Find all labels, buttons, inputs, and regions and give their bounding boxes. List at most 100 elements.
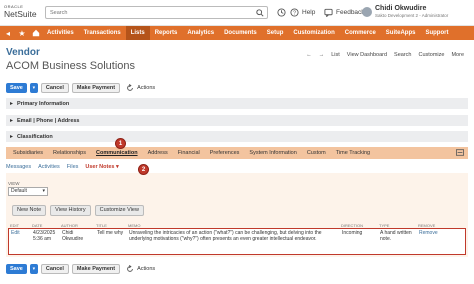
tab-subsidiaries[interactable]: Subsidiaries <box>8 150 48 156</box>
annotation-badge-1: 1 <box>115 138 126 149</box>
record-name: ACOM Business Solutions <box>6 60 135 72</box>
svg-text:?: ? <box>293 11 296 17</box>
chevron-right-icon: ▸ <box>10 101 14 107</box>
annotation-badge-2: 2 <box>138 164 149 175</box>
refresh-icon <box>127 84 134 91</box>
customize-link[interactable]: Customize <box>418 52 444 58</box>
more-link[interactable]: More <box>451 52 464 58</box>
cancel-button[interactable]: Cancel <box>40 264 69 274</box>
nav-item-lists[interactable]: Lists <box>125 26 150 40</box>
page-actions: ← → List View Dashboard Search Customize… <box>306 52 464 58</box>
subtab-user-notes[interactable]: User Notes ▾ <box>85 164 118 170</box>
nav-item-customization[interactable]: Customization <box>288 26 339 40</box>
nav-item-reports[interactable]: Reports <box>150 26 183 40</box>
view-dashboard-link[interactable]: View Dashboard <box>347 52 387 58</box>
actions-menu[interactable]: Actions <box>126 84 155 92</box>
feedback-link[interactable]: Feedback <box>324 8 365 17</box>
edit-link[interactable]: Edit <box>9 229 31 254</box>
note-title: Tell me why <box>97 230 124 236</box>
new-note-button[interactable]: New Note <box>12 205 47 216</box>
remove-link[interactable]: Remove <box>417 229 457 254</box>
tab-time-tracking[interactable]: Time Tracking <box>331 150 375 156</box>
tab-address[interactable]: Address <box>143 150 173 156</box>
help-link[interactable]: ? Help <box>290 8 315 17</box>
chevron-right-icon: ▸ <box>10 118 14 124</box>
table-row: Edit 4/23/2025 5:36 am Chidi Okwudire Te… <box>8 228 466 255</box>
tab-preferences[interactable]: Preferences <box>205 150 245 156</box>
global-search[interactable] <box>45 6 268 19</box>
nav-item-suiteapps[interactable]: SuiteApps <box>381 26 421 40</box>
note-date: 4/23/2025 5:36 am <box>33 230 56 242</box>
cancel-button[interactable]: Cancel <box>40 83 69 93</box>
subtab-files[interactable]: Files <box>67 164 79 170</box>
view-label: VIEW <box>8 181 20 186</box>
note-memo: Unraveling the intricacies of an action … <box>129 230 322 242</box>
section-title: Email | Phone | Address <box>17 117 80 124</box>
section-title: Primary Information <box>17 100 70 107</box>
netsuite-label: NetSuite <box>4 9 37 19</box>
section-email-phone-address[interactable]: ▸ Email | Phone | Address <box>6 115 468 126</box>
tab-communication[interactable]: Communication <box>91 150 143 156</box>
view-select[interactable]: Default ▾ <box>8 187 48 196</box>
user-notes-table: EDIT DATE AUTHOR TITLE MEMO DIRECTION TY… <box>8 222 466 255</box>
tab-financial[interactable]: Financial <box>173 150 205 156</box>
nav-item-analytics[interactable]: Analytics <box>182 26 219 40</box>
nav-item-commerce[interactable]: Commerce <box>340 26 381 40</box>
user-menu[interactable]: Chidi Okwudire Sakto Development 2 - Adm… <box>375 5 448 19</box>
help-icon: ? <box>290 8 299 17</box>
main-navigation: ◂ ★ Activities Transactions Lists Report… <box>0 26 474 40</box>
save-dropdown-icon[interactable]: ▾ <box>29 264 38 274</box>
recent-records-icon[interactable] <box>277 8 286 17</box>
feedback-icon <box>324 8 333 17</box>
save-button[interactable]: Save <box>6 264 27 274</box>
view-history-button[interactable]: View History <box>50 205 91 216</box>
home-icon[interactable] <box>30 26 42 40</box>
help-label: Help <box>302 9 316 16</box>
back-arrow-icon[interactable]: ← <box>306 52 312 58</box>
actions-menu[interactable]: Actions <box>126 265 155 273</box>
search-input[interactable] <box>46 7 267 18</box>
subtab-bar: Subsidiaries Relationships Communication… <box>6 147 468 159</box>
note-type: A hand written note. <box>380 230 412 242</box>
search-icon[interactable] <box>256 9 264 17</box>
subtab-messages[interactable]: Messages <box>6 164 31 170</box>
note-direction: Incoming <box>342 230 363 236</box>
nav-item-documents[interactable]: Documents <box>219 26 262 40</box>
forward-arrow-icon[interactable]: → <box>319 52 325 58</box>
chevron-down-icon: ▾ <box>42 188 45 194</box>
collapse-icon[interactable] <box>456 148 464 158</box>
save-button[interactable]: Save <box>6 83 27 93</box>
search-link[interactable]: Search <box>394 52 411 58</box>
notes-button-row: New Note View History Customize View <box>12 205 144 216</box>
communication-subtabs: Messages Activities Files User Notes ▾ <box>6 164 119 170</box>
back-icon[interactable]: ◂ <box>2 26 14 40</box>
bottom-button-row: Save ▾ Cancel Make Payment Actions <box>6 264 155 274</box>
section-classification[interactable]: ▸ Classification <box>6 131 468 142</box>
user-name: Chidi Okwudire <box>375 5 427 12</box>
tab-custom[interactable]: Custom <box>302 150 331 156</box>
list-link[interactable]: List <box>331 52 340 58</box>
netsuite-logo[interactable]: ORACLE NetSuite <box>4 4 42 22</box>
refresh-icon <box>127 265 134 272</box>
make-payment-button[interactable]: Make Payment <box>71 264 121 274</box>
make-payment-button[interactable]: Make Payment <box>71 83 121 93</box>
view-select-value: Default <box>11 188 27 194</box>
feedback-label: Feedback <box>336 9 365 16</box>
save-dropdown-icon[interactable]: ▾ <box>29 83 38 93</box>
actions-label: Actions <box>137 85 156 91</box>
star-icon[interactable]: ★ <box>16 26 28 40</box>
nav-item-transactions[interactable]: Transactions <box>79 26 126 40</box>
section-primary-information[interactable]: ▸ Primary Information <box>6 98 468 109</box>
subtab-activities[interactable]: Activities <box>38 164 60 170</box>
note-author: Chidi Okwudire <box>62 230 84 242</box>
customize-view-button[interactable]: Customize View <box>94 205 144 216</box>
nav-item-support[interactable]: Support <box>420 26 453 40</box>
tab-system-information[interactable]: System Information <box>244 150 301 156</box>
page-title: Vendor <box>6 47 40 58</box>
nav-item-setup[interactable]: Setup <box>262 26 289 40</box>
tab-relationships[interactable]: Relationships <box>48 150 91 156</box>
chevron-right-icon: ▸ <box>10 134 14 140</box>
actions-label: Actions <box>137 266 156 272</box>
nav-item-activities[interactable]: Activities <box>42 26 79 40</box>
avatar[interactable] <box>362 7 372 17</box>
